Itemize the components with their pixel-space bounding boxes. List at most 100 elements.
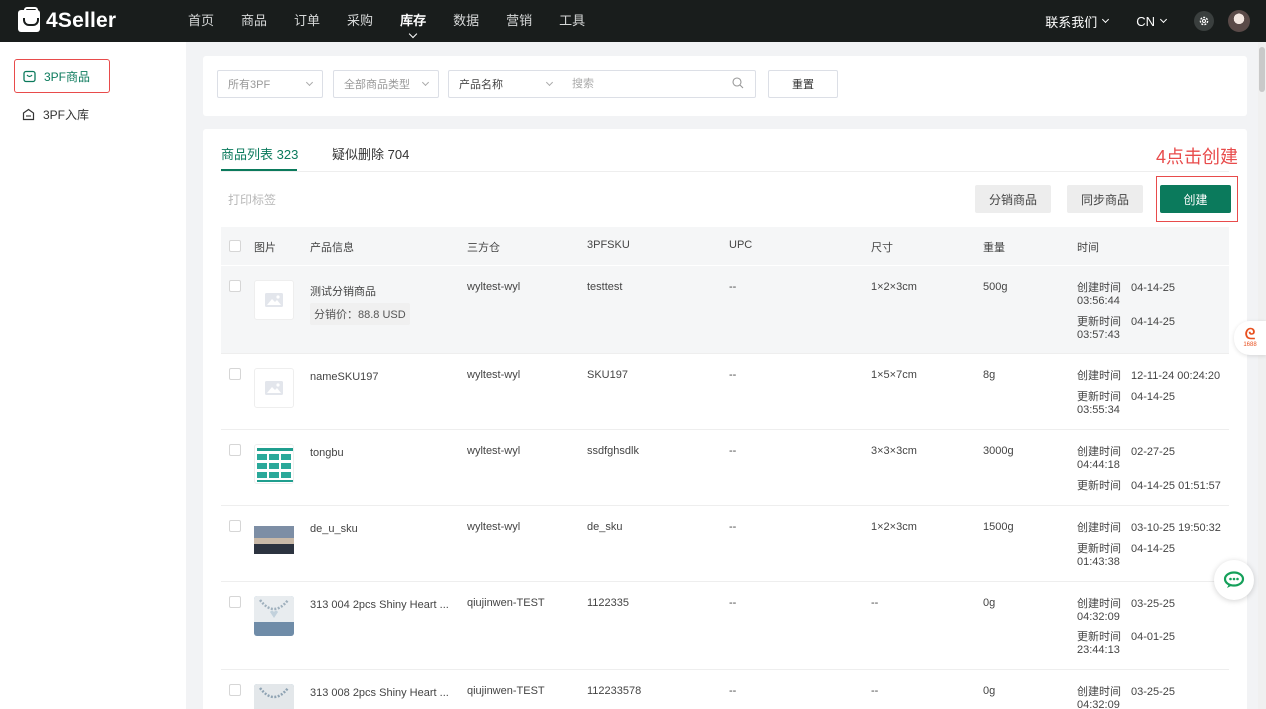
product-name: 测试分销商品 [310, 286, 376, 298]
warehouse-select[interactable]: 所有3PF [217, 70, 323, 98]
col-size: 尺寸 [871, 242, 893, 254]
created-date: 03-10-25 19:50:32 [1131, 522, 1221, 534]
landscape-photo [254, 526, 294, 554]
updated-clock: 03:57:43 [1077, 329, 1120, 341]
jewelry-photo [254, 684, 294, 709]
nav-tools[interactable]: 工具 [549, 0, 595, 42]
nav-purchase[interactable]: 采购 [337, 0, 383, 42]
upc-cell: -- [729, 597, 737, 609]
sku-cell: testtest [587, 281, 623, 293]
warehouse-cell: wyltest-wyl [467, 281, 521, 293]
table-row[interactable]: tongbu wyltest-wyl ssdfghsdlk -- 3×3×3cm… [221, 430, 1229, 506]
sidebar-item-3pf-products[interactable]: 3PF商品 [14, 59, 110, 93]
upc-cell: -- [729, 685, 737, 697]
select-all-checkbox[interactable] [229, 240, 241, 252]
table-row[interactable]: 测试分销商品 分销价：88.8 USD wyltest-wyl testtest… [221, 266, 1229, 354]
updated-date: 04-14-25 [1131, 543, 1176, 555]
warehouse-select-value: 所有3PF [228, 79, 271, 91]
created-time-label: 创建时间 [1077, 522, 1121, 534]
warehouse-cell: qiujinwen-TEST [467, 597, 545, 609]
table-row[interactable]: 313 008 2pcs Shiny Heart ... qiujinwen-T… [221, 670, 1229, 709]
product-name: 313 008 2pcs Shiny Heart ... [310, 687, 449, 699]
created-date: 04-14-25 [1131, 282, 1176, 294]
nav-orders[interactable]: 订单 [284, 0, 330, 42]
row-checkbox[interactable] [229, 520, 241, 532]
contact-us-menu[interactable]: 联系我们 [1045, 12, 1110, 31]
filter-bar: 所有3PF 全部商品类型 产品名称 重置 [203, 56, 1247, 116]
chevron-down-icon [421, 78, 430, 87]
row-checkbox[interactable] [229, 444, 241, 456]
search-icon[interactable] [732, 77, 744, 89]
row-checkbox[interactable] [229, 280, 241, 292]
updated-date: 04-01-25 [1131, 631, 1176, 643]
search-field-select[interactable]: 产品名称 [448, 70, 563, 98]
image-placeholder-icon [265, 381, 283, 395]
nav-home[interactable]: 首页 [178, 0, 224, 42]
row-checkbox[interactable] [229, 368, 241, 380]
created-date: 12-11-24 00:24:20 [1131, 370, 1221, 382]
scrollbar-thumb[interactable] [1259, 47, 1265, 92]
chevron-down-icon [1102, 15, 1110, 24]
sourcing-1688-widget[interactable]: ᘓ 1688 [1234, 321, 1266, 355]
updated-time-label: 更新时间 [1077, 391, 1121, 403]
sku-cell: SKU197 [587, 369, 628, 381]
search-input[interactable] [562, 70, 756, 98]
sync-products-button[interactable]: 同步商品 [1067, 185, 1144, 213]
col-image: 图片 [254, 242, 276, 254]
chevron-down-icon [1159, 15, 1168, 24]
updated-date: 04-14-25 [1131, 316, 1176, 328]
table-row[interactable]: de_u_sku wyltest-wyl de_sku -- 1×2×3cm 1… [221, 506, 1229, 582]
print-label-button[interactable]: 打印标签 [228, 191, 276, 208]
product-image [254, 520, 294, 560]
product-image [254, 596, 294, 636]
distribute-products-button[interactable]: 分销商品 [975, 185, 1052, 213]
sku-cell: 112233578 [587, 685, 642, 697]
row-checkbox[interactable] [229, 596, 241, 608]
tab-suspected-deleted[interactable]: 疑似删除 704 [332, 144, 409, 163]
sidebar-item-3pf-inbound[interactable]: 3PF入库 [14, 97, 110, 131]
product-list-panel: 商品列表 323 疑似删除 704 4点击创建 打印标签 分销商品 同步商品 创… [203, 129, 1247, 709]
weight-cell: 8g [983, 369, 996, 381]
avatar[interactable] [1228, 10, 1250, 32]
weight-cell: 500g [983, 281, 1008, 293]
table-row[interactable]: nameSKU197 wyltest-wyl SKU197 -- 1×5×7cm… [221, 354, 1229, 430]
weight-cell: 1500g [983, 521, 1014, 533]
settings-button[interactable] [1194, 11, 1214, 31]
col-upc: UPC [729, 239, 753, 251]
col-time: 时间 [1077, 242, 1099, 254]
tab-product-list[interactable]: 商品列表 323 [221, 144, 298, 163]
reset-button[interactable]: 重置 [768, 70, 838, 98]
col-weight: 重量 [983, 242, 1005, 254]
warehouse-cell: wyltest-wyl [467, 521, 521, 533]
warehouse-cell: qiujinwen-TEST [467, 685, 545, 697]
chevron-down-icon [545, 78, 554, 87]
create-button[interactable]: 创建 [1160, 185, 1231, 213]
upc-cell: -- [729, 521, 737, 533]
nav-inventory-label: 库存 [400, 13, 427, 28]
col-3pfsku: 3PFSKU [587, 239, 630, 251]
product-type-select[interactable]: 全部商品类型 [333, 70, 439, 98]
product-type-select-value: 全部商品类型 [344, 79, 410, 91]
updated-clock: 01:43:38 [1077, 556, 1120, 568]
sku-cell: 1122335 [587, 597, 630, 609]
upc-cell: -- [729, 281, 737, 293]
nav-products[interactable]: 商品 [231, 0, 277, 42]
customer-service-button[interactable] [1214, 560, 1254, 600]
create-highlight-box: 创建 [1156, 176, 1238, 222]
chevron-down-icon [305, 78, 314, 87]
table-row[interactable]: 313 004 2pcs Shiny Heart ... qiujinwen-T… [221, 582, 1229, 670]
top-nav-bar: 4Seller 首页 商品 订单 采购 库存 数据 营销 工具 联系我们 CN [0, 0, 1266, 42]
logo[interactable]: 4Seller [18, 7, 178, 33]
nav-inventory[interactable]: 库存 [390, 0, 436, 42]
page-scrollbar[interactable] [1258, 42, 1266, 709]
updated-date: 04-14-25 01:51:57 [1131, 480, 1221, 492]
product-name: tongbu [310, 447, 344, 459]
language-label: CN [1136, 13, 1155, 29]
created-clock: 04:44:18 [1077, 459, 1120, 471]
nav-data[interactable]: 数据 [443, 0, 489, 42]
row-checkbox[interactable] [229, 684, 241, 696]
product-image-placeholder [254, 280, 294, 320]
language-menu[interactable]: CN [1136, 13, 1168, 29]
nav-marketing[interactable]: 营销 [496, 0, 542, 42]
chat-support-icon [1223, 571, 1245, 588]
